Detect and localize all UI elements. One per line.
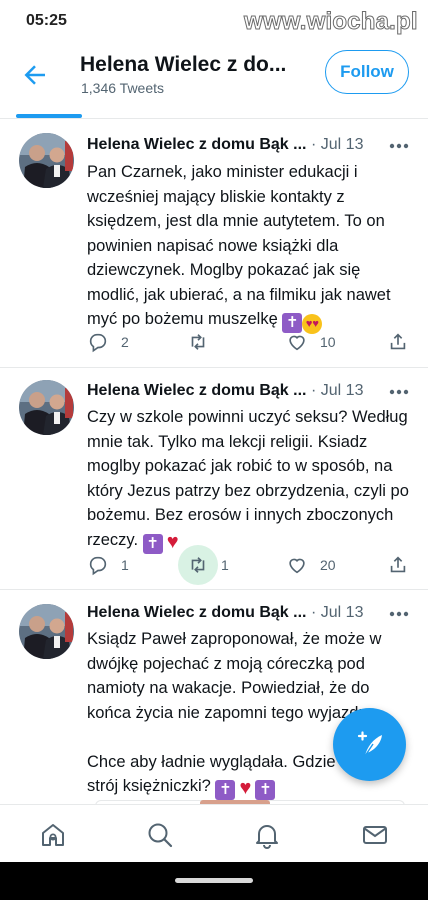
tweet-date[interactable]: · Jul 13 bbox=[311, 604, 363, 622]
cross-emoji: ✝ bbox=[142, 533, 163, 554]
more-options-icon[interactable] bbox=[388, 386, 410, 398]
back-arrow-icon[interactable] bbox=[20, 60, 50, 90]
watermark: www.wiocha.pl bbox=[244, 8, 419, 36]
share-button[interactable] bbox=[387, 552, 409, 578]
tweet-date[interactable]: · Jul 13 bbox=[311, 136, 363, 154]
author-name[interactable]: Helena Wielec z domu Bąk ... bbox=[87, 136, 306, 154]
status-time: 05:25 bbox=[26, 12, 67, 29]
tweet-body: Ksiądz Paweł zaproponował, że może w dwó… bbox=[87, 630, 382, 795]
status-bar: 05:25 www.wiocha.pl bbox=[0, 0, 428, 44]
retweet-icon bbox=[191, 557, 205, 573]
system-navigation-bar bbox=[0, 862, 428, 900]
retweet-icon bbox=[191, 334, 205, 350]
reply-icon bbox=[89, 556, 107, 576]
avatar[interactable] bbox=[19, 604, 74, 659]
share-icon bbox=[390, 556, 406, 573]
reply-button[interactable]: 1 bbox=[87, 552, 129, 578]
tweet-date[interactable]: · Jul 13 bbox=[311, 382, 363, 400]
cross-emoji: ✝ bbox=[255, 780, 276, 800]
like-count: 10 bbox=[320, 334, 336, 350]
messages-icon[interactable] bbox=[361, 821, 389, 849]
like-button[interactable]: 20 bbox=[286, 552, 336, 578]
profile-header: Helena Wielec z do... 1,346 Tweets Follo… bbox=[0, 44, 428, 114]
reply-icon bbox=[89, 333, 107, 353]
tweet-actions: 2 10 bbox=[87, 329, 413, 355]
like-button[interactable]: 10 bbox=[286, 329, 336, 355]
tweet-text: Pan Czarnek, jako minister edukacji i wc… bbox=[87, 160, 413, 334]
avatar[interactable] bbox=[19, 380, 74, 435]
retweet-button[interactable]: 1 bbox=[178, 545, 229, 585]
home-icon[interactable] bbox=[39, 821, 67, 849]
feather-plus-icon bbox=[357, 731, 382, 757]
tweet-actions: 1 1 20 bbox=[87, 545, 413, 585]
bottom-navigation bbox=[0, 804, 428, 862]
like-count: 20 bbox=[320, 557, 336, 573]
follow-button[interactable]: Follow bbox=[325, 50, 409, 94]
author-name[interactable]: Helena Wielec z domu Bąk ... bbox=[87, 604, 306, 622]
share-button[interactable] bbox=[387, 329, 409, 355]
home-gesture-handle[interactable] bbox=[175, 878, 253, 883]
tweet[interactable]: Helena Wielec z domu Bąk ... · Jul 13 Pa… bbox=[0, 119, 428, 368]
tweet[interactable]: Helena Wielec z domu Bąk ... · Jul 13 Cz… bbox=[0, 368, 428, 590]
heart-icon bbox=[289, 558, 305, 574]
retweet-button[interactable] bbox=[187, 329, 221, 355]
heart-icon bbox=[289, 335, 305, 351]
tweet-body: Pan Czarnek, jako minister edukacji i wc… bbox=[87, 163, 396, 328]
heart-emoji: ♥ bbox=[239, 777, 252, 799]
search-icon[interactable] bbox=[146, 821, 174, 849]
more-options-icon[interactable] bbox=[388, 140, 410, 152]
tweet-body: Czy w szkole powinni uczyć seksu? Według… bbox=[87, 408, 414, 549]
tweet-text: Czy w szkole powinni uczyć seksu? Według… bbox=[87, 405, 413, 554]
reply-button[interactable]: 2 bbox=[87, 329, 129, 355]
reply-count: 2 bbox=[121, 334, 129, 350]
notifications-icon[interactable] bbox=[253, 821, 281, 849]
reply-count: 1 bbox=[121, 557, 129, 573]
cross-emoji: ✝ bbox=[215, 780, 236, 800]
tweet-count: 1,346 Tweets bbox=[81, 80, 165, 96]
profile-name-title: Helena Wielec z do... bbox=[80, 53, 287, 76]
avatar[interactable] bbox=[19, 133, 74, 188]
author-name[interactable]: Helena Wielec z domu Bąk ... bbox=[87, 382, 306, 400]
more-options-icon[interactable] bbox=[388, 608, 410, 620]
retweet-count: 1 bbox=[221, 557, 229, 573]
compose-tweet-button[interactable] bbox=[333, 708, 406, 781]
share-icon bbox=[390, 333, 406, 350]
heart-emoji: ♥ bbox=[166, 530, 179, 553]
